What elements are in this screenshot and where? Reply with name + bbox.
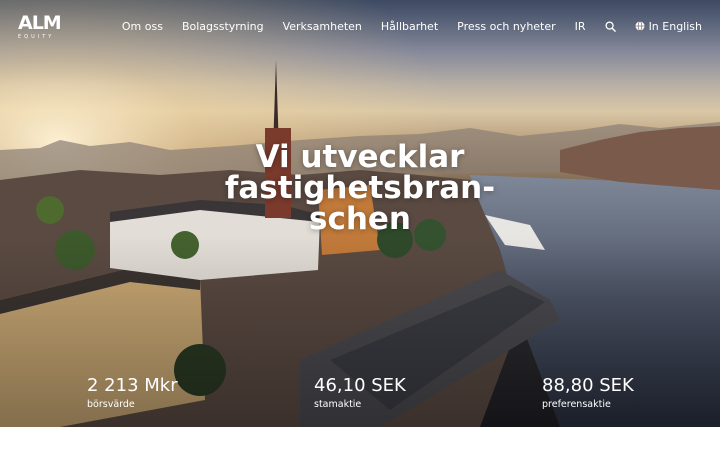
language-label: In English	[648, 19, 702, 33]
alm-equity-logo[interactable]: ALM EQUITY	[18, 12, 64, 41]
search-button[interactable]	[605, 20, 616, 32]
stat-label: börsvärde	[87, 399, 135, 410]
nav-item-hallbarhet[interactable]: Hållbarhet	[381, 20, 438, 33]
hero-headline: Vi utvecklar fastighetsbran- schen	[200, 142, 520, 235]
main-navigation: Om oss Bolagsstyrning Verksamheten Hållb…	[103, 17, 702, 35]
language-switch[interactable]: In English	[635, 20, 702, 33]
stat-common-share: 46,10 SEK stamaktie	[314, 375, 406, 411]
headline-line-2: fastighetsbran-	[224, 170, 496, 206]
stat-label: stamaktie	[314, 399, 362, 410]
headline-line-3: schen	[309, 201, 411, 237]
stat-value: 46,10 SEK	[314, 375, 406, 396]
search-icon	[605, 20, 616, 32]
nav-item-bolagsstyrning[interactable]: Bolagsstyrning	[182, 20, 264, 33]
logo-mark: ALM	[18, 12, 62, 34]
nav-item-ir[interactable]: IR	[575, 20, 586, 33]
globe-icon	[635, 21, 645, 31]
nav-item-verksamheten[interactable]: Verksamheten	[283, 20, 362, 33]
stat-value: 88,80 SEK	[542, 375, 634, 396]
logo-subtitle: EQUITY	[18, 34, 55, 40]
stat-value: 2 213 Mkr	[87, 375, 178, 396]
stat-label: preferensaktie	[542, 399, 611, 410]
stat-market-cap: 2 213 Mkr börsvärde	[87, 375, 178, 411]
nav-item-om-oss[interactable]: Om oss	[122, 20, 163, 33]
nav-item-press-och-nyheter[interactable]: Press och nyheter	[457, 20, 556, 33]
headline-line-1: Vi utvecklar	[255, 139, 465, 175]
stat-preference-share: 88,80 SEK preferensaktie	[542, 375, 634, 411]
hero-section: ALM EQUITY Om oss Bolagsstyrning Verksam…	[0, 0, 720, 427]
